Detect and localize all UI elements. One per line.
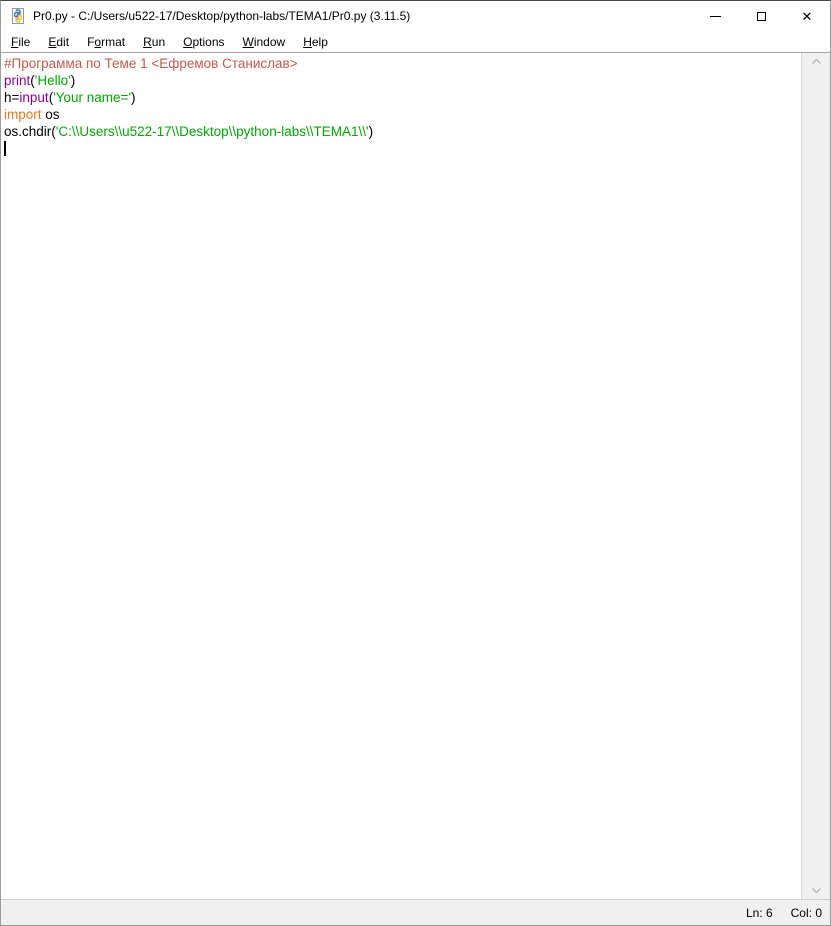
code-token-string: 'Your name=' — [53, 90, 131, 105]
code-line-6 — [4, 140, 801, 157]
menu-edit[interactable]: Edit — [39, 33, 78, 51]
scrollbar-up-button[interactable] — [802, 53, 830, 70]
vertical-scrollbar[interactable] — [801, 53, 830, 899]
code-token-builtin: input — [19, 90, 48, 105]
scrollbar-down-button[interactable] — [802, 882, 830, 899]
menu-file[interactable]: File — [2, 33, 39, 51]
code-token-plain: os.chdir( — [4, 124, 56, 139]
menu-run[interactable]: Run — [134, 33, 174, 51]
code-line-2: print('Hello') — [4, 72, 801, 89]
editor-main: #Программа по Теме 1 <Ефремов Станислав>… — [1, 53, 830, 899]
menu-help[interactable]: Help — [294, 33, 337, 51]
idle-editor-window: Pr0.py - C:/Users/u522-17/Desktop/python… — [0, 0, 831, 926]
code-line-4: import os — [4, 106, 801, 123]
code-token-plain: h= — [4, 90, 19, 105]
minimize-button[interactable] — [692, 1, 738, 31]
title-bar[interactable]: Pr0.py - C:/Users/u522-17/Desktop/python… — [1, 1, 830, 31]
status-col-indicator: Col: 0 — [791, 906, 822, 920]
code-token-builtin: print — [4, 73, 30, 88]
status-line-indicator: Ln: 6 — [746, 906, 773, 920]
menu-options[interactable]: Options — [174, 33, 233, 51]
python-file-icon — [10, 8, 26, 24]
chevron-down-icon — [812, 888, 821, 893]
maximize-button[interactable] — [738, 1, 784, 31]
code-token-string: 'Hello' — [35, 73, 71, 88]
chevron-up-icon — [812, 59, 821, 64]
window-title: Pr0.py - C:/Users/u522-17/Desktop/python… — [33, 9, 410, 23]
code-area[interactable]: #Программа по Теме 1 <Ефремов Станислав>… — [1, 53, 801, 899]
code-token-plain: os — [42, 107, 60, 122]
code-line-3: h=input('Your name=') — [4, 89, 801, 106]
menu-window[interactable]: Window — [234, 33, 295, 51]
code-line-1: #Программа по Теме 1 <Ефремов Станислав> — [4, 55, 801, 72]
window-controls: ✕ — [692, 1, 830, 31]
code-token-plain: ) — [131, 90, 136, 105]
menu-bar: FileEditFormatRunOptionsWindowHelp — [1, 31, 830, 53]
code-token-string: 'C:\\Users\\u522-17\\Desktop\\python-lab… — [56, 124, 369, 139]
code-token-comment: #Программа по Теме 1 <Ефремов Станислав> — [4, 56, 298, 71]
code-line-5: os.chdir('C:\\Users\\u522-17\\Desktop\\p… — [4, 123, 801, 140]
close-icon: ✕ — [802, 10, 813, 23]
text-cursor — [4, 141, 6, 156]
code-token-plain: ) — [369, 124, 374, 139]
minimize-icon — [710, 16, 721, 17]
status-bar: Ln: 6 Col: 0 — [1, 899, 830, 925]
menu-format[interactable]: Format — [78, 33, 134, 51]
code-token-keyword: import — [4, 107, 42, 122]
close-button[interactable]: ✕ — [784, 1, 830, 31]
maximize-icon — [757, 12, 766, 21]
code-token-plain: ) — [71, 73, 76, 88]
